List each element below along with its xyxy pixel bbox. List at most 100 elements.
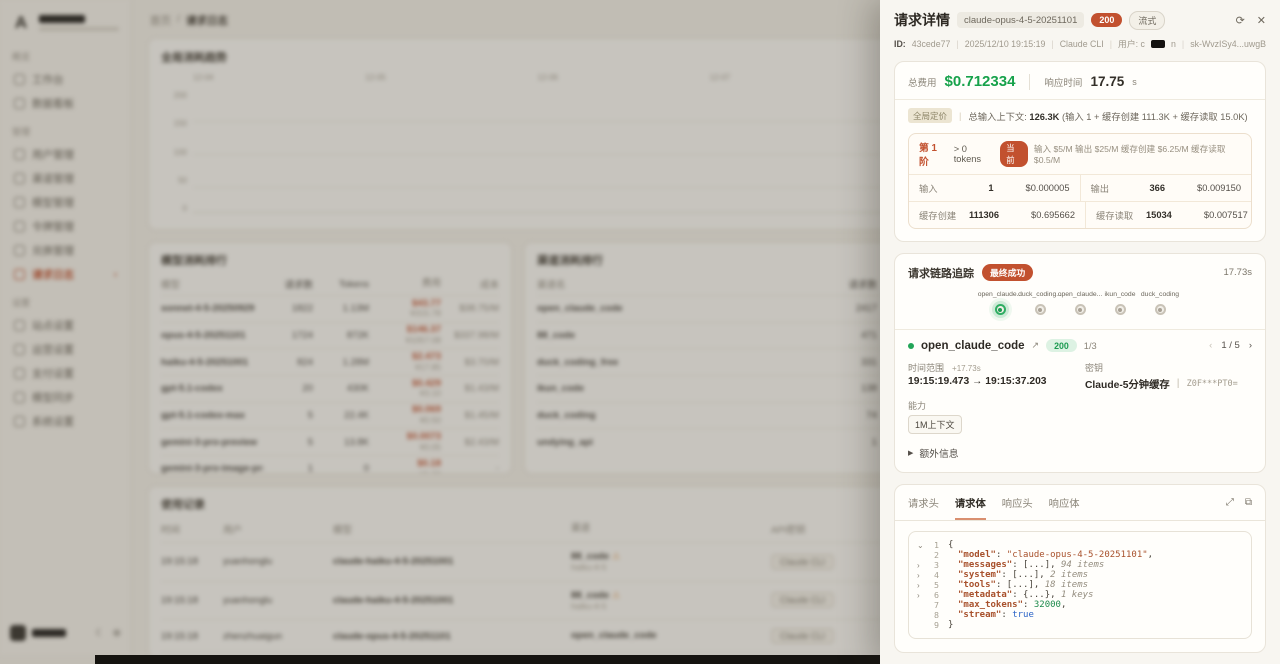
key-masked: Z0F***PT0= [1187, 379, 1238, 389]
line-number: 6 [927, 590, 939, 600]
key-label: 密钥 [1085, 361, 1252, 374]
code-line[interactable]: 7 "max_tokens": 32000, [917, 600, 1243, 610]
close-icon[interactable]: ✕ [1257, 14, 1266, 27]
api-key-masked: sk-WvzISy4...uwgB [1190, 39, 1266, 49]
cost-card: 总费用 $0.712334 响应时间 17.75 s 全局定价 | 总输入上下文… [894, 61, 1266, 242]
trace-node[interactable]: open_claude... [980, 291, 1020, 315]
code-line[interactable]: › 5 "tools": [...], 18 items [917, 580, 1243, 590]
code-token: : [1001, 610, 1012, 620]
tab-request-body[interactable]: 请求体 [955, 485, 986, 520]
code-line[interactable]: 9 } [917, 620, 1243, 630]
time-range-label: 时间范围 [908, 363, 944, 373]
trace-node[interactable]: duck_coding... [1020, 291, 1060, 315]
response-time-label: 响应时间 [1044, 75, 1082, 89]
tier-cell-input: 输入 1 $0.000005 [909, 175, 1080, 201]
tier-range: > 0 tokens [954, 144, 995, 164]
tab-response-headers[interactable]: 响应头 [1002, 485, 1033, 520]
line-number: 8 [927, 610, 939, 620]
code-line[interactable]: ⌄ 1 { [917, 540, 1243, 550]
prev-page-icon[interactable]: ‹ [1209, 340, 1212, 351]
code-token: 1 keys [1061, 590, 1094, 600]
trace-node[interactable]: duck_coding [1140, 291, 1180, 315]
trace-timeline: open_claude... duck_coding... open_claud… [895, 285, 1265, 329]
code-token: } [948, 620, 953, 630]
capability-pill: 1M上下文 [908, 415, 962, 434]
trace-node[interactable]: ikun_code [1100, 291, 1140, 315]
code-token: "messages" [958, 560, 1012, 570]
line-number: 9 [927, 620, 939, 630]
request-id: 43cede77 [912, 39, 951, 49]
trace-node-label: duck_coding [1141, 291, 1179, 298]
tier-cell-cache-write: 缓存创建 111306 $0.695662 [909, 202, 1085, 228]
copy-icon[interactable]: ⧉ [1245, 497, 1252, 508]
cell-count: 1 [969, 183, 994, 193]
tier-cell-cache-read: 缓存读取 15034 $0.007517 [1085, 202, 1258, 228]
external-link-icon[interactable]: ↗ [1032, 340, 1040, 351]
line-number: 7 [927, 600, 939, 610]
user-suffix: n [1171, 39, 1176, 49]
extra-info-label: 额外信息 [919, 446, 958, 460]
trace-node-dot [995, 304, 1006, 315]
json-viewer[interactable]: ⌄ 1 { 2 "model": "claude-opus-4-5-202511… [908, 531, 1252, 639]
divider [1029, 74, 1030, 90]
code-token: "stream" [958, 610, 1001, 620]
model-pill: claude-opus-4-5-20251101 [957, 12, 1084, 28]
separator: | [1051, 39, 1053, 49]
code-line[interactable]: 8 "stream": true [917, 610, 1243, 620]
code-token: , [1061, 600, 1066, 610]
time-range-value: 19:15:19.473 → 19:15:37.203 [908, 376, 1075, 387]
code-token: 32000 [1034, 600, 1061, 610]
tree-closed-icon[interactable]: › [917, 561, 927, 570]
trace-node-dot [1115, 304, 1126, 315]
cell-count: 111306 [969, 210, 999, 220]
tree-closed-icon[interactable]: › [917, 581, 927, 590]
code-line[interactable]: › 3 "messages": [...], 94 items [917, 560, 1243, 570]
code-line[interactable]: › 6 "metadata": {...}, 1 keys [917, 590, 1243, 600]
status-badge: 200 [1091, 13, 1122, 27]
caret-right-icon: ▶ [908, 449, 913, 457]
bottom-bar [95, 655, 880, 664]
trace-node-dot [1035, 304, 1046, 315]
code-token: 18 items [1045, 580, 1088, 590]
payload-tabs: 请求头 请求体 响应头 响应体 ⤢ ⧉ [895, 485, 1265, 521]
tab-request-headers[interactable]: 请求头 [908, 485, 939, 520]
drawer-title: 请求详情 [894, 10, 950, 30]
code-token: : [...], [996, 580, 1045, 590]
collapse-icon[interactable]: ⤢ [1226, 497, 1234, 508]
next-page-icon[interactable]: › [1249, 340, 1252, 351]
trace-node[interactable]: open_claude... [1060, 291, 1100, 315]
separator: | [1182, 39, 1184, 49]
code-line[interactable]: 2 "model": "claude-opus-4-5-20251101", [917, 550, 1243, 560]
stream-badge: 流式 [1129, 11, 1165, 30]
pricing-badge: 全局定价 [908, 108, 952, 123]
tree-closed-icon[interactable]: › [917, 571, 927, 580]
code-line[interactable]: › 4 "system": [...], 2 items [917, 570, 1243, 580]
line-number: 5 [927, 580, 939, 590]
user-redaction-bar [1151, 40, 1165, 48]
cell-cost: $0.000005 [994, 183, 1070, 193]
total-cost-label: 总费用 [908, 75, 937, 89]
context-label: 总输入上下文: [968, 112, 1026, 122]
tab-response-body[interactable]: 响应体 [1049, 485, 1080, 520]
extra-info-toggle[interactable]: ▶ 额外信息 [895, 434, 1265, 472]
response-time-value: 17.75 [1090, 74, 1124, 89]
cell-label: 输出 [1091, 181, 1141, 195]
line-number: 3 [927, 560, 939, 570]
refresh-icon[interactable]: ⟳ [1236, 14, 1245, 27]
trace-node-label: ikun_code [1105, 291, 1136, 298]
tree-open-icon[interactable]: ⌄ [917, 541, 927, 550]
response-time-unit: s [1132, 77, 1137, 87]
code-token: : {...}, [1012, 590, 1061, 600]
page-indicator: 1 / 5 [1221, 340, 1240, 351]
cell-count: 15034 [1146, 210, 1172, 220]
trace-node-label: open_claude... [978, 291, 1023, 298]
success-dot-icon [908, 343, 914, 349]
tree-closed-icon[interactable]: › [917, 591, 927, 600]
code-token: "metadata" [958, 590, 1012, 600]
channel-status-badge: 200 [1046, 339, 1077, 352]
trace-duration: 17.73s [1223, 267, 1252, 278]
code-token: "system" [958, 570, 1001, 580]
trace-node-dot [1075, 304, 1086, 315]
request-detail-drawer: 请求详情 claude-opus-4-5-20251101 200 流式 ⟳ ✕… [880, 0, 1280, 664]
separator: | [956, 39, 958, 49]
